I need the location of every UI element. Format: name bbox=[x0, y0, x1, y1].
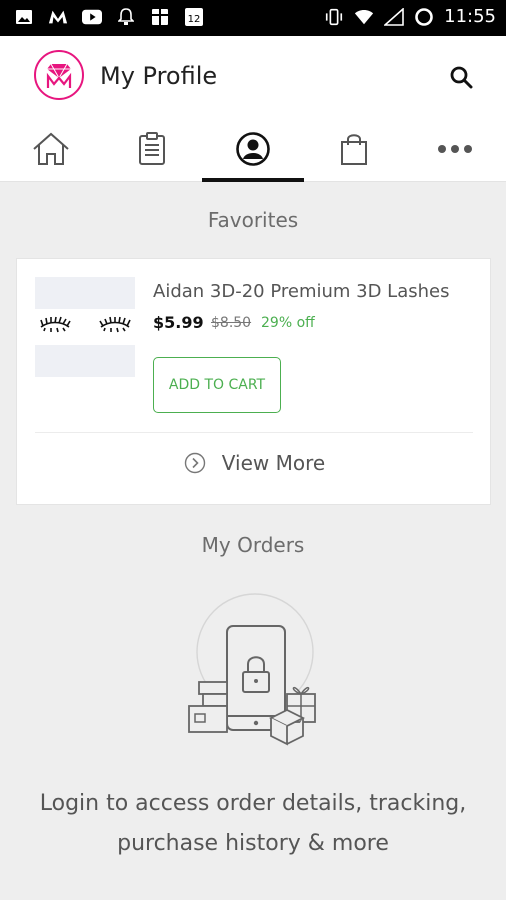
status-time: 11:55 bbox=[444, 6, 496, 27]
badge-12-icon: 12 bbox=[184, 7, 204, 27]
shopping-bag-icon bbox=[341, 134, 368, 165]
home-icon bbox=[32, 132, 69, 165]
product-discount: 29% off bbox=[261, 315, 315, 331]
product-image-strip bbox=[35, 277, 135, 309]
m-app-icon bbox=[48, 7, 68, 27]
youtube-icon bbox=[82, 7, 102, 27]
profile-icon bbox=[236, 132, 270, 166]
vibrate-icon bbox=[324, 7, 344, 27]
clipboard-icon bbox=[138, 132, 165, 165]
search-button[interactable] bbox=[446, 62, 476, 92]
orders-heading: My Orders bbox=[201, 533, 305, 557]
search-icon bbox=[450, 66, 473, 89]
product-price: $5.99 bbox=[153, 313, 204, 332]
brand-logo[interactable] bbox=[34, 50, 84, 100]
login-message[interactable]: Login to access order details, tracking,… bbox=[20, 784, 486, 864]
tab-cart[interactable] bbox=[304, 116, 405, 182]
view-more-label: View More bbox=[221, 451, 326, 475]
status-bar: 12 11:55 bbox=[0, 0, 506, 36]
sync-icon bbox=[414, 7, 434, 27]
wifi-icon bbox=[354, 7, 374, 27]
favorites-heading: Favorites bbox=[207, 208, 299, 232]
product-original-price: $8.50 bbox=[211, 315, 252, 331]
tab-more[interactable] bbox=[405, 116, 506, 182]
card-divider bbox=[35, 432, 473, 433]
image-icon bbox=[14, 7, 34, 27]
product-image[interactable] bbox=[35, 277, 135, 377]
chevron-circle-right-icon bbox=[184, 452, 205, 474]
add-to-cart-button[interactable]: ADD TO CART bbox=[153, 357, 281, 413]
product-name[interactable]: Aidan 3D-20 Premium 3D Lashes bbox=[153, 281, 449, 302]
grid-icon bbox=[150, 7, 170, 27]
lashes-image bbox=[40, 316, 131, 333]
page-title: My Profile bbox=[100, 62, 218, 90]
tab-profile[interactable] bbox=[202, 116, 304, 182]
app-bar: My Profile bbox=[0, 36, 506, 116]
favorites-card: Aidan 3D-20 Premium 3D Lashes $5.99 $8.5… bbox=[16, 258, 491, 505]
badge-text: 12 bbox=[188, 14, 201, 25]
brand-logo-icon bbox=[46, 63, 72, 88]
product-image-strip bbox=[35, 345, 135, 377]
bell-icon bbox=[116, 7, 136, 27]
orders-illustration bbox=[188, 593, 316, 746]
tab-home[interactable] bbox=[0, 116, 101, 182]
tab-bar bbox=[0, 116, 506, 182]
more-icon bbox=[438, 145, 473, 153]
signal-icon bbox=[384, 7, 404, 27]
view-more-link[interactable]: View More bbox=[17, 447, 492, 479]
tab-orders[interactable] bbox=[101, 116, 202, 182]
